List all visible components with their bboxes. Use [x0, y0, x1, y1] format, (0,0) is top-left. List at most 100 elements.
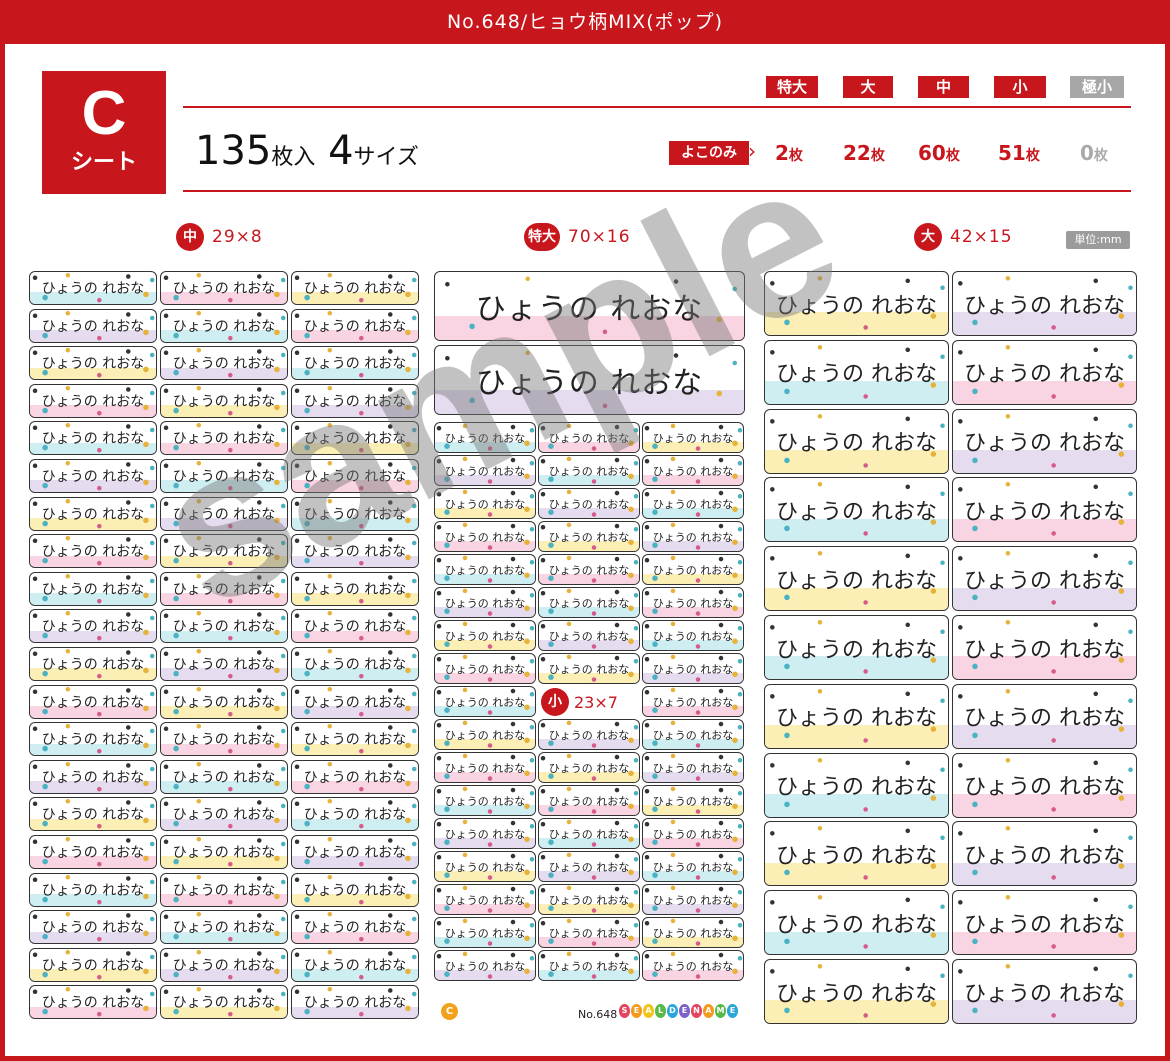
medium-label: ひょうの れおな	[291, 383, 419, 418]
label-text: ひょうの れおな	[964, 706, 1125, 732]
medium-label: ひょうの れおな	[291, 459, 419, 493]
label-text: ひょうの れおな	[303, 769, 407, 786]
label-text: ひょうの れおな	[652, 629, 734, 643]
small-label: ひょうの れおな	[538, 818, 640, 849]
label-text: ひょうの れおな	[172, 807, 276, 824]
label-text: ひょうの れおな	[172, 581, 276, 598]
medium-label: ひょうの れおな	[160, 421, 288, 456]
medium-label: ひょうの れおな	[291, 534, 419, 569]
large-label: ひょうの れおな	[764, 890, 949, 956]
medium-label: ひょうの れおな	[29, 383, 157, 418]
sizes-number: 4	[328, 128, 354, 174]
small-label: ひょうの れおな	[642, 521, 744, 552]
label-text: ひょうの れおな	[303, 807, 407, 824]
medium-label: ひょうの れおな	[29, 346, 157, 381]
label-text: ひょうの れおな	[964, 293, 1125, 319]
label-text: ひょうの れおな	[776, 843, 937, 869]
medium-label: ひょうの れおな	[29, 534, 157, 569]
medium-label: ひょうの れおな	[291, 271, 419, 305]
label-text: ひょうの れおな	[303, 393, 407, 410]
medium-label: ひょうの れおな	[160, 647, 288, 681]
brand-letter: E	[727, 1004, 738, 1018]
count-s: 51枚	[998, 141, 1040, 165]
section-xlarge-badge: 特大	[524, 223, 560, 251]
medium-label: ひょうの れおな	[291, 647, 419, 681]
label-text: ひょうの れおな	[652, 695, 734, 709]
label-text: ひょうの れおな	[652, 563, 734, 577]
medium-label: ひょうの れおな	[29, 459, 157, 493]
label-text: ひょうの れおな	[303, 882, 407, 899]
label-text: ひょうの れおな	[303, 995, 407, 1012]
label-text: ひょうの れおな	[303, 657, 407, 673]
label-text: ひょうの れおな	[303, 356, 407, 373]
xlarge-label: ひょうの れおな	[434, 345, 745, 415]
medium-label: ひょうの れおな	[160, 835, 288, 869]
medium-label: ひょうの れおな	[29, 496, 157, 531]
small-label: ひょうの れおな	[538, 653, 640, 684]
label-text: ひょうの れおな	[41, 657, 145, 673]
small-label: ひょうの れおな	[434, 488, 536, 519]
label-text: ひょうの れおな	[548, 629, 630, 643]
label-text: ひょうの れおな	[41, 920, 145, 937]
medium-label: ひょうの れおな	[160, 872, 288, 907]
small-label: ひょうの れおな	[434, 620, 536, 651]
label-text: ひょうの れおな	[475, 366, 704, 401]
label-text: ひょうの れおな	[548, 464, 630, 478]
label-text: ひょうの れおな	[652, 827, 734, 841]
size-header-s: 小	[994, 76, 1046, 98]
footer-product-code: No.648	[578, 1008, 618, 1021]
section-small-header: 小 23×7	[541, 688, 618, 716]
medium-label: ひょうの れおな	[160, 459, 288, 493]
small-label: ひょうの れおな	[642, 653, 744, 684]
label-text: ひょうの れおな	[776, 293, 937, 319]
medium-label: ひょうの れおな	[291, 421, 419, 456]
small-label: ひょうの れおな	[642, 851, 744, 882]
large-label: ひょうの れおな	[952, 821, 1137, 887]
label-text: ひょうの れおな	[303, 506, 407, 523]
count-summary: 135枚入 4サイズ	[195, 128, 419, 174]
medium-label: ひょうの れおな	[291, 609, 419, 644]
count-xs: 0枚	[1080, 141, 1108, 165]
section-large-header: 大 42×15	[914, 222, 1013, 252]
label-text: ひょうの れおな	[41, 281, 145, 297]
medium-label: ひょうの れおな	[291, 835, 419, 869]
label-text: ひょうの れおな	[964, 499, 1125, 525]
count-number: 135	[195, 128, 272, 174]
medium-label: ひょうの れおな	[291, 496, 419, 531]
medium-label: ひょうの れおな	[291, 759, 419, 794]
label-text: ひょうの れおな	[776, 499, 937, 525]
label-text: ひょうの れおな	[172, 356, 276, 373]
small-label: ひょうの れおな	[434, 521, 536, 552]
label-text: ひょうの れおな	[444, 794, 526, 808]
medium-label: ひょうの れおな	[291, 910, 419, 945]
label-text: ひょうの れおな	[444, 464, 526, 478]
large-label: ひょうの れおな	[764, 752, 949, 818]
large-label: ひょうの れおな	[764, 408, 949, 474]
label-text: ひょうの れおな	[776, 706, 937, 732]
section-large-dims: 42×15	[950, 227, 1013, 247]
label-text: ひょうの れおな	[41, 995, 145, 1012]
label-text: ひょうの れおな	[444, 629, 526, 643]
small-label: ひょうの れおな	[434, 686, 536, 717]
label-text: ひょうの れおな	[172, 920, 276, 937]
brand-letter: D	[667, 1004, 678, 1018]
count-unit: 枚入	[271, 145, 316, 170]
label-text: ひょうの れおな	[776, 981, 937, 1007]
small-label: ひょうの れおな	[642, 950, 744, 981]
label-text: ひょうの れおな	[172, 657, 276, 673]
large-label: ひょうの れおな	[764, 959, 949, 1024]
medium-label: ひょうの れおな	[29, 872, 157, 907]
label-text: ひょうの れおな	[444, 662, 526, 676]
medium-label: ひょうの れおな	[160, 383, 288, 418]
large-label: ひょうの れおな	[764, 339, 949, 405]
brand-letter: M	[715, 1004, 726, 1018]
small-label: ひょうの れおな	[642, 455, 744, 486]
section-small-dims: 23×7	[574, 692, 618, 712]
medium-label: ひょうの れおな	[29, 910, 157, 945]
label-text: ひょうの れおな	[776, 362, 937, 388]
label-text: ひょうの れおな	[548, 926, 630, 940]
large-label: ひょうの れおな	[952, 615, 1137, 680]
label-text: ひょうの れおな	[776, 912, 937, 938]
medium-label: ひょうの れおな	[29, 308, 157, 343]
chevron-right-icon: ›	[748, 139, 756, 163]
